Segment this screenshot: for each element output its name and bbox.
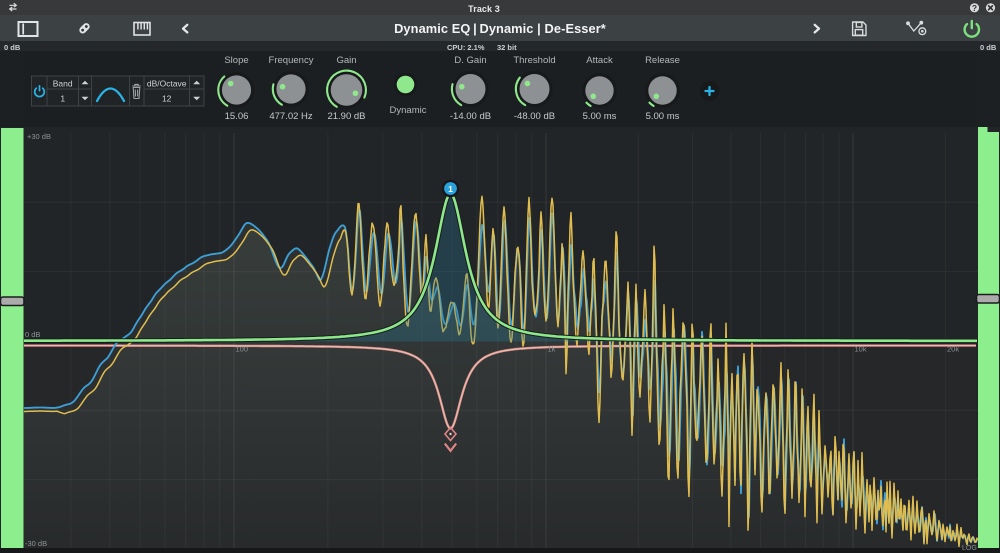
svg-text:1: 1 xyxy=(448,184,453,194)
svg-text:?: ? xyxy=(972,3,977,13)
svg-text:12: 12 xyxy=(162,93,172,103)
svg-text:+30 dB: +30 dB xyxy=(27,132,51,141)
svg-text:0 dB: 0 dB xyxy=(25,330,40,339)
svg-text:100: 100 xyxy=(236,345,249,354)
svg-text:1: 1 xyxy=(60,93,65,103)
svg-text:20k: 20k xyxy=(947,345,959,354)
svg-text:1k: 1k xyxy=(548,345,556,354)
svg-text:Band: Band xyxy=(53,78,73,88)
svg-text:10k: 10k xyxy=(855,345,867,354)
svg-text:LOG: LOG xyxy=(962,545,977,552)
svg-text:dB/Octave: dB/Octave xyxy=(147,78,187,88)
svg-text:-30 dB: -30 dB xyxy=(25,539,47,548)
